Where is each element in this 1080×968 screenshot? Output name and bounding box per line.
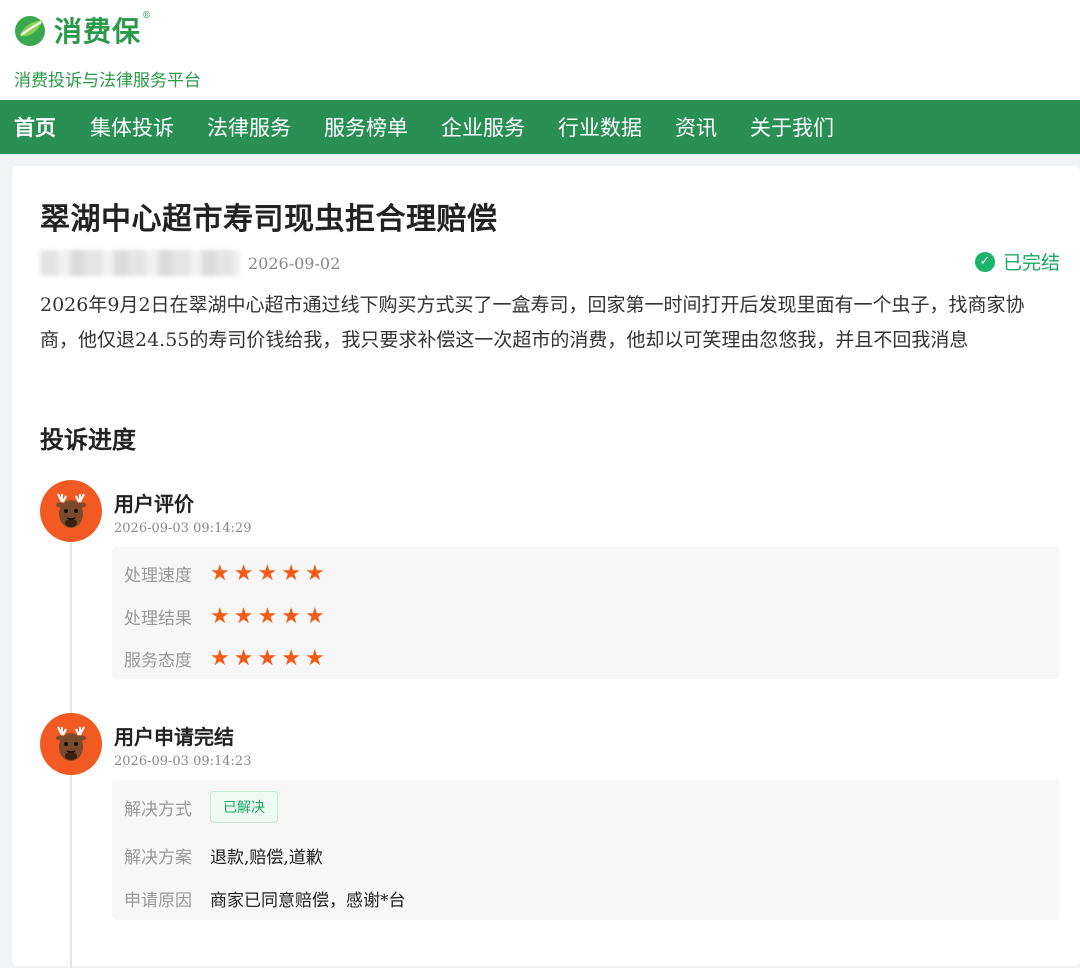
rating-label: 服务态度 (124, 651, 192, 671)
nav-item-legal-service[interactable]: 法律服务 (207, 112, 291, 142)
progress-title: 投诉进度 (40, 425, 136, 454)
nav-item-enterprise-service[interactable]: 企业服务 (441, 112, 525, 142)
plan-label: 解决方案 (124, 848, 192, 868)
nav-item-industry-data[interactable]: 行业数据 (558, 112, 642, 142)
event-title: 用户评价 (114, 492, 194, 516)
header: 消费保 ® 消费投诉与法律服务平台 (0, 0, 1080, 100)
rating-label: 处理结果 (124, 609, 192, 629)
complaint-title: 翠湖中心超市寿司现虫拒合理赔偿 (40, 202, 498, 237)
star-icon: ★ (304, 560, 325, 586)
star-icon: ★ (210, 645, 230, 671)
star-icon: ★ (281, 560, 301, 586)
reindeer-avatar-icon (56, 493, 86, 528)
nav-item-home[interactable]: 首页 (14, 112, 56, 142)
brand-name: 消费保 (54, 15, 142, 48)
complaint-card: 翠湖中心超市寿司现虫拒合理赔偿 2026-09-02 ✓ 已完结 2026年9月… (12, 166, 1080, 968)
complaint-date: 2026-09-02 (248, 253, 341, 273)
event-title: 用户申请完结 (114, 725, 234, 749)
nav-item-collective-complaint[interactable]: 集体投诉 (90, 112, 174, 142)
star-icon: ★ (233, 645, 254, 671)
star-icon: ★ (233, 560, 254, 586)
star-icon: ★ (257, 560, 278, 586)
star-icon: ★ (281, 645, 301, 671)
avatar (40, 480, 102, 542)
rating-row-result: 处理结果 ★ ★ ★ ★ ★ (124, 604, 329, 629)
rating-label: 处理速度 (124, 566, 192, 586)
reason-row: 申请原因 商家已同意赔偿，感谢*台 (124, 886, 406, 911)
star-icon: ★ (257, 645, 278, 671)
star-rating: ★ ★ ★ ★ ★ (210, 560, 329, 586)
nav-item-news[interactable]: 资讯 (675, 112, 717, 142)
rating-box: 处理速度 ★ ★ ★ ★ ★ 处理结果 ★ ★ ★ ★ ★ 服务态度 ★ ★ ★ ★ ★ (112, 547, 1060, 679)
complaint-meta: 2026-09-02 (40, 250, 340, 276)
status-badge: ✓ 已完结 (974, 248, 1060, 275)
rating-row-speed: 处理速度 ★ ★ ★ ★ ★ (124, 561, 329, 586)
logo[interactable]: 消费保 ® (12, 10, 151, 50)
star-icon: ★ (304, 603, 325, 629)
star-icon: ★ (257, 603, 278, 629)
complaint-description: 2026年9月2日在翠湖中心超市通过线下购买方式买了一盒寿司，回家第一时间打开后… (40, 294, 1025, 351)
plan-value: 退款,赔偿,道歉 (210, 848, 323, 868)
nav-item-about-us[interactable]: 关于我们 (750, 112, 834, 142)
star-icon: ★ (210, 603, 230, 629)
rating-row-attitude: 服务态度 ★ ★ ★ ★ ★ (124, 646, 329, 671)
star-rating: ★ ★ ★ ★ ★ (210, 645, 329, 671)
main-nav: 首页 集体投诉 法律服务 服务榜单 企业服务 行业数据 资讯 关于我们 (0, 100, 1080, 154)
registered-mark: ® (142, 11, 152, 21)
reason-value: 商家已同意赔偿，感谢*台 (210, 891, 406, 911)
star-icon: ★ (281, 603, 301, 629)
leaf-logo-icon (15, 16, 45, 46)
check-circle-icon: ✓ (974, 251, 995, 272)
slogan: 消费投诉与法律服务平台 (14, 71, 201, 91)
star-icon: ★ (210, 560, 230, 586)
star-icon: ★ (304, 645, 325, 671)
blurred-username (40, 250, 240, 276)
nav-item-service-ranking[interactable]: 服务榜单 (324, 112, 408, 142)
reason-label: 申请原因 (124, 891, 192, 911)
avatar (40, 713, 102, 775)
status-text: 已完结 (1002, 252, 1060, 274)
star-rating: ★ ★ ★ ★ ★ (210, 603, 329, 629)
star-icon: ★ (233, 603, 254, 629)
reindeer-avatar-icon (56, 726, 86, 761)
resolution-box: 解决方式 已解决 解决方案 退款,赔偿,道歉 申请原因 商家已同意赔偿，感谢*台 (112, 780, 1060, 920)
resolution-row: 解决方式 已解决 (124, 791, 278, 823)
event-time: 2026-09-03 09:14:29 (114, 521, 252, 536)
resolved-tag: 已解决 (210, 791, 278, 823)
event-time: 2026-09-03 09:14:23 (114, 754, 252, 769)
resolution-label: 解决方式 (124, 799, 192, 820)
plan-row: 解决方案 退款,赔偿,道歉 (124, 843, 323, 868)
